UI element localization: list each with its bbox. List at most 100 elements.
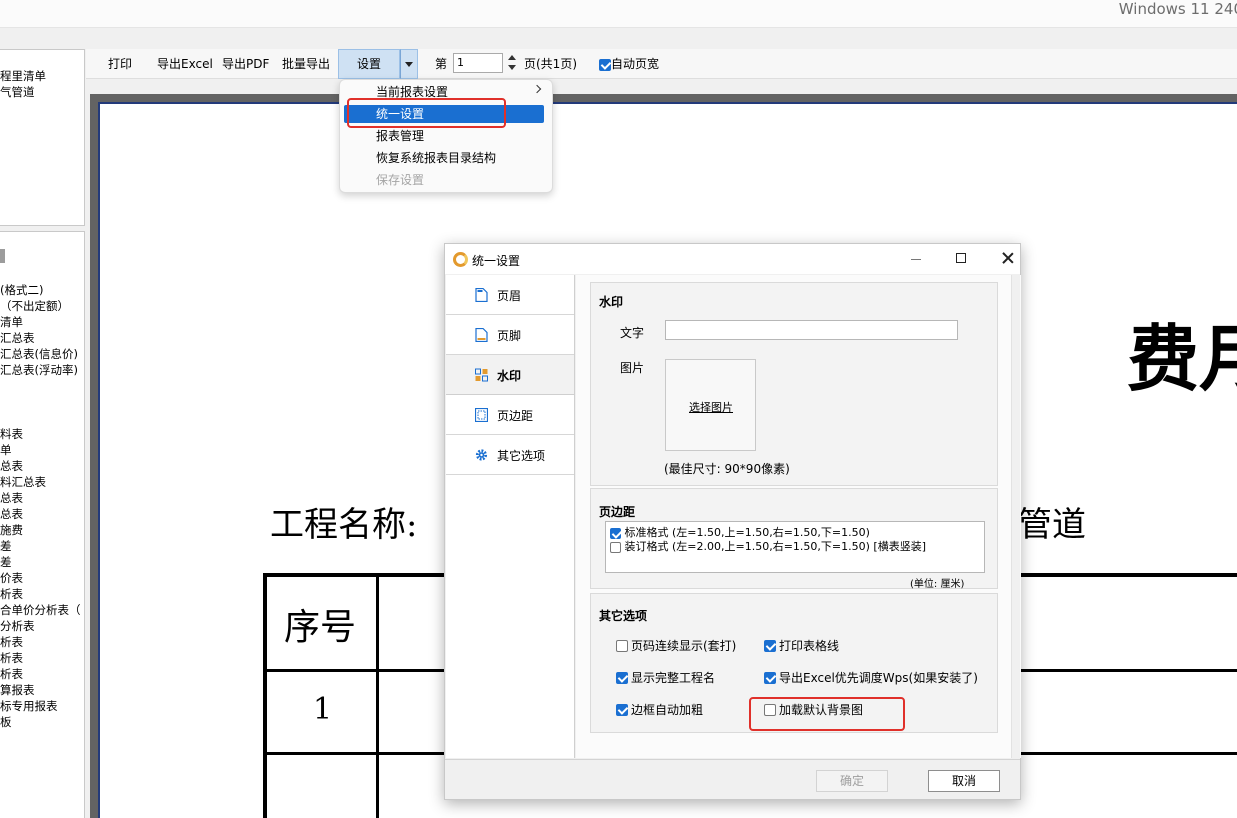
export-excel-button[interactable]: 导出Excel: [157, 49, 213, 79]
annotation-highlight: [749, 697, 905, 731]
report-list-item[interactable]: 汇总表: [0, 330, 35, 346]
os-title: Windows 11 240: [1118, 0, 1237, 18]
batch-export-button[interactable]: 批量导出: [282, 49, 330, 79]
report-list-item[interactable]: 单: [0, 442, 12, 458]
report-list-item[interactable]: 分析表: [0, 618, 35, 634]
watermark-grid-icon: [475, 368, 488, 382]
report-list-item[interactable]: 总表: [0, 506, 23, 522]
report-list-item[interactable]: 差: [0, 554, 12, 570]
checkbox-icon[interactable]: [616, 671, 628, 684]
checkbox-icon[interactable]: [616, 703, 628, 716]
dialog-titlebar[interactable]: 统一设置: [445, 244, 1020, 274]
title-bar: Windows 11 240: [0, 0, 1237, 28]
report-list-item[interactable]: 汇总表(浮动率): [0, 362, 78, 378]
menu-item-save-settings: 保存设置: [376, 173, 425, 187]
margin-option-binding[interactable]: 装订格式 (左=2.00,上=1.50,右=1.50,下=1.50) [横表竖装…: [610, 538, 926, 554]
nav-item-footer[interactable]: 页脚: [446, 315, 574, 355]
report-list-item[interactable]: 料表: [0, 426, 23, 442]
cancel-button[interactable]: 取消: [928, 770, 1000, 792]
page-prefix: 第: [435, 57, 448, 71]
watermark-image-label: 图片: [620, 361, 645, 375]
other-options-heading: 其它选项: [599, 609, 648, 623]
annotation-highlight: [347, 98, 506, 128]
report-list-item[interactable]: 价表: [0, 570, 23, 586]
report-list-item[interactable]: 料汇总表: [0, 474, 46, 490]
option-prefer-wps[interactable]: 导出Excel优先调度Wps(如果安装了): [764, 669, 978, 686]
checkbox-icon[interactable]: [610, 527, 621, 539]
settings-nav: 页眉 页脚 水印 页边距 其它选项: [446, 275, 575, 758]
page-number-input[interactable]: 1: [453, 53, 503, 73]
report-list-item[interactable]: 析表: [0, 666, 23, 682]
table-cell: 1: [313, 692, 333, 727]
report-list-item[interactable]: (格式二): [0, 282, 43, 298]
report-list-item[interactable]: 析表: [0, 634, 23, 650]
watermark-image-box[interactable]: 选择图片: [665, 359, 756, 451]
option-auto-bold-border[interactable]: 边框自动加粗: [616, 701, 703, 718]
table-border: [263, 573, 267, 818]
report-list-item[interactable]: （不出定额）: [0, 298, 69, 314]
close-icon[interactable]: [1001, 250, 1015, 266]
app-logo-icon: [453, 252, 468, 267]
page-header-icon: [475, 288, 488, 302]
page-margin-icon: [475, 408, 488, 422]
settings-dropdown-icon[interactable]: [400, 49, 418, 79]
report-list-item[interactable]: 清单: [0, 314, 23, 330]
watermark-heading: 水印: [599, 295, 624, 309]
scrollbar[interactable]: [1011, 275, 1020, 758]
checkbox-icon[interactable]: [764, 639, 776, 652]
nav-item-header[interactable]: 页眉: [446, 275, 574, 315]
report-list-item[interactable]: 差: [0, 538, 12, 554]
report-list-item[interactable]: 总表: [0, 490, 23, 506]
menu-item-report-management[interactable]: 报表管理: [376, 127, 424, 145]
margin-format-list[interactable]: 标准格式 (左=1.50,上=1.50,右=1.50,下=1.50) 装订格式 …: [605, 521, 985, 573]
tree-item[interactable]: 气管道: [0, 84, 35, 100]
unit-label: (单位: 厘米): [910, 579, 965, 590]
gear-icon: [475, 449, 488, 461]
menu-item-restore-structure[interactable]: 恢复系统报表目录结构: [376, 149, 496, 167]
watermark-section: 水印: [590, 282, 998, 486]
table-border: [376, 573, 379, 818]
auto-width-checkbox[interactable]: 自动页宽: [599, 49, 659, 79]
nav-item-other-options[interactable]: 其它选项: [446, 435, 574, 475]
tree-item[interactable]: 程里清单: [0, 68, 46, 84]
margins-heading: 页边距: [599, 505, 636, 519]
report-title: 费月: [1127, 316, 1237, 401]
report-list-item[interactable]: 算报表: [0, 682, 35, 698]
checkbox-icon[interactable]: [599, 58, 611, 71]
project-label: 工程名称:: [270, 505, 418, 545]
project-name: 管道: [1018, 505, 1086, 545]
option-full-project-name[interactable]: 显示完整工程名: [616, 669, 715, 686]
page-suffix: 页(共1页): [524, 57, 577, 71]
print-button[interactable]: 打印: [108, 49, 132, 79]
report-list-item[interactable]: 板: [0, 714, 12, 730]
spin-up-icon[interactable]: [505, 52, 519, 63]
report-list-item[interactable]: 析表: [0, 586, 23, 602]
report-list-item[interactable]: 施费: [0, 522, 23, 538]
settings-menu: 当前报表设置 统一设置 报表管理 恢复系统报表目录结构 保存设置: [339, 79, 553, 193]
report-list-item[interactable]: 合单价分析表（: [0, 602, 81, 618]
nav-item-margins[interactable]: 页边距: [446, 395, 574, 435]
watermark-text-label: 文字: [620, 326, 645, 340]
checkbox-icon[interactable]: [764, 671, 776, 684]
left-tree-top[interactable]: 程里清单 气管道: [0, 49, 85, 226]
nav-item-watermark[interactable]: 水印: [446, 355, 574, 395]
choose-image-link[interactable]: 选择图片: [689, 399, 733, 415]
minimize-icon[interactable]: [911, 259, 921, 260]
option-continuous-page[interactable]: 页码连续显示(套打): [616, 637, 736, 654]
ok-button: 确定: [816, 770, 888, 792]
report-list-item[interactable]: 析表: [0, 650, 23, 666]
page-spinner[interactable]: [505, 52, 519, 74]
watermark-text-input[interactable]: [665, 320, 958, 340]
checkbox-icon[interactable]: [610, 541, 621, 553]
settings-button[interactable]: 设置: [338, 49, 400, 79]
maximize-icon[interactable]: [956, 253, 966, 263]
export-pdf-button[interactable]: 导出PDF: [222, 49, 269, 79]
option-print-gridlines[interactable]: 打印表格线: [764, 637, 839, 654]
spin-down-icon[interactable]: [505, 63, 519, 74]
report-list-item[interactable]: 标专用报表: [0, 698, 58, 714]
report-list-item[interactable]: 总表: [0, 458, 23, 474]
table-header-seq: 序号: [284, 607, 357, 648]
report-list-item[interactable]: 汇总表(信息价): [0, 346, 78, 362]
checkbox-icon[interactable]: [616, 639, 628, 652]
toolbar: 打印 导出Excel 导出PDF 批量导出 设置 第 1 页(共1页) 自动页宽: [86, 49, 1237, 79]
